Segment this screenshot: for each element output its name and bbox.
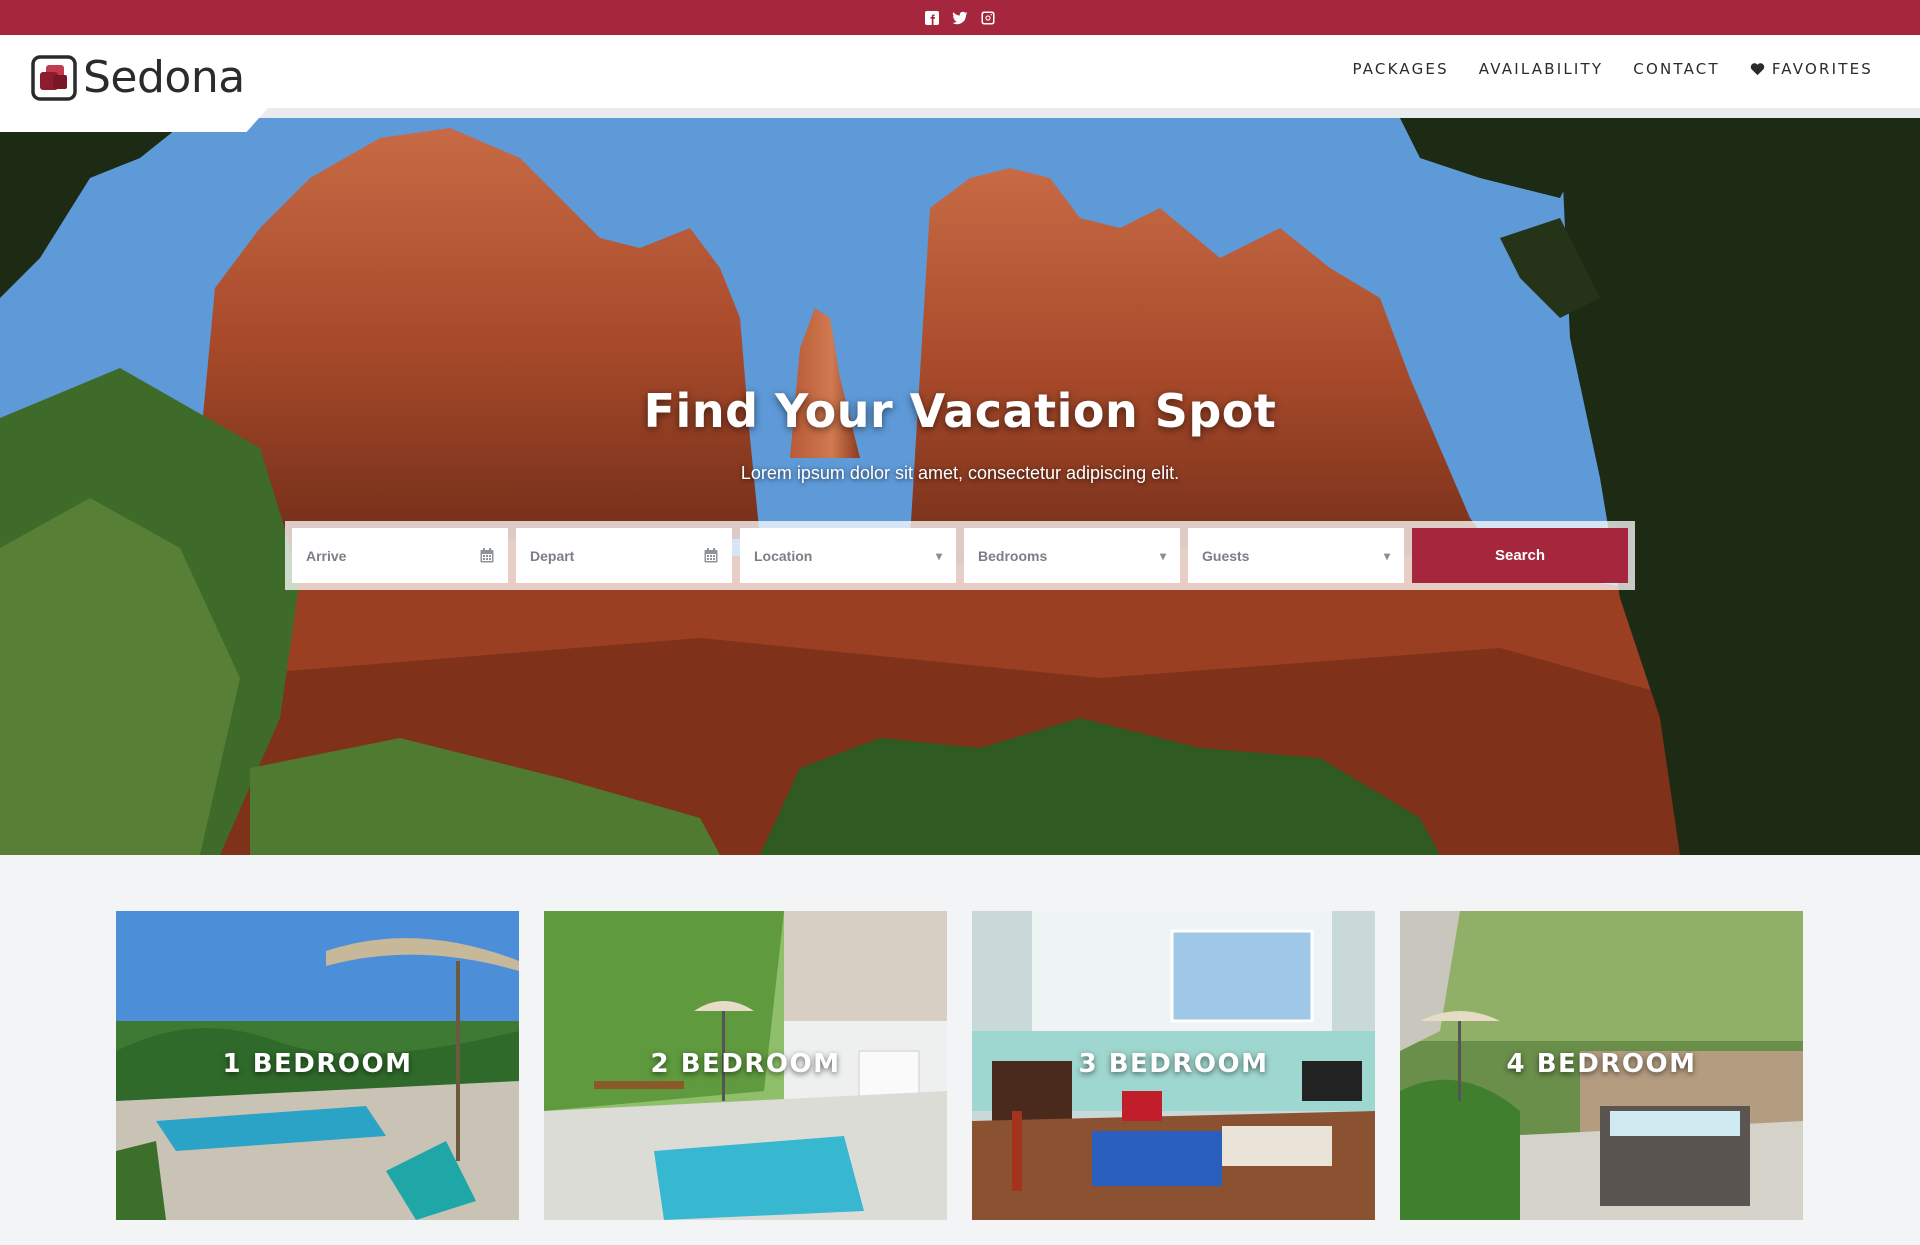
guests-select[interactable]: Guests ▾ (1188, 528, 1404, 583)
nav-contact[interactable]: CONTACT (1633, 60, 1720, 78)
guests-placeholder: Guests (1202, 547, 1250, 564)
card-1-bedroom[interactable]: 1 BEDROOM (116, 911, 519, 1220)
dropdown-arrow-icon: ▾ (1159, 548, 1166, 563)
bedrooms-placeholder: Bedrooms (978, 547, 1048, 564)
facebook-icon[interactable] (924, 10, 940, 26)
depart-placeholder: Depart (530, 547, 575, 564)
main-nav: PACKAGES AVAILABILITY CONTACT FAVORITES (1352, 60, 1873, 78)
dropdown-arrow-icon: ▾ (935, 548, 942, 563)
card-label: 1 BEDROOM (222, 1049, 413, 1079)
hero-subtitle: Lorem ipsum dolor sit amet, consectetur … (740, 463, 1180, 483)
social-bar (0, 0, 1920, 35)
header-divider (0, 108, 1920, 118)
arrive-placeholder: Arrive (306, 547, 347, 564)
hero-title: Find Your Vacation Spot (643, 384, 1277, 438)
card-2-bedroom[interactable]: 2 BEDROOM (544, 911, 947, 1220)
instagram-icon[interactable] (980, 10, 996, 26)
nav-favorites-label: FAVORITES (1771, 60, 1873, 78)
nav-availability[interactable]: AVAILABILITY (1479, 60, 1603, 78)
header-notch (0, 108, 268, 132)
bedroom-cards: 1 BEDROOM 2 BEDROOM 3 BEDROOM 4 BEDROOM (116, 911, 1804, 1220)
logo-mark-icon (31, 55, 77, 101)
heart-icon (1750, 63, 1765, 76)
card-3-bedroom[interactable]: 3 BEDROOM (972, 911, 1375, 1220)
search-form: Arrive Depart Location ▾ Bedrooms ▾ Gues… (285, 521, 1635, 590)
nav-favorites[interactable]: FAVORITES (1750, 60, 1873, 78)
hero-banner (0, 118, 1920, 855)
brand-name: Sedona (83, 52, 245, 103)
bedrooms-select[interactable]: Bedrooms ▾ (964, 528, 1180, 583)
nav-packages[interactable]: PACKAGES (1352, 60, 1448, 78)
arrive-date-field[interactable]: Arrive (292, 528, 508, 583)
search-button[interactable]: Search (1412, 528, 1628, 583)
location-placeholder: Location (754, 547, 813, 564)
card-label: 2 BEDROOM (650, 1049, 841, 1079)
brand-logo[interactable]: Sedona (31, 55, 245, 101)
nav-availability-label: AVAILABILITY (1478, 60, 1604, 78)
nav-contact-label: CONTACT (1633, 60, 1720, 78)
card-4-bedroom[interactable]: 4 BEDROOM (1400, 911, 1803, 1220)
location-select[interactable]: Location ▾ (740, 528, 956, 583)
dropdown-arrow-icon: ▾ (1383, 548, 1390, 563)
calendar-icon (480, 548, 494, 563)
hero-background-image (0, 118, 1920, 855)
card-label: 3 BEDROOM (1078, 1049, 1269, 1079)
nav-packages-label: PACKAGES (1352, 60, 1449, 78)
calendar-icon (704, 548, 718, 563)
twitter-icon[interactable] (952, 10, 968, 26)
depart-date-field[interactable]: Depart (516, 528, 732, 583)
card-label: 4 BEDROOM (1506, 1049, 1697, 1079)
